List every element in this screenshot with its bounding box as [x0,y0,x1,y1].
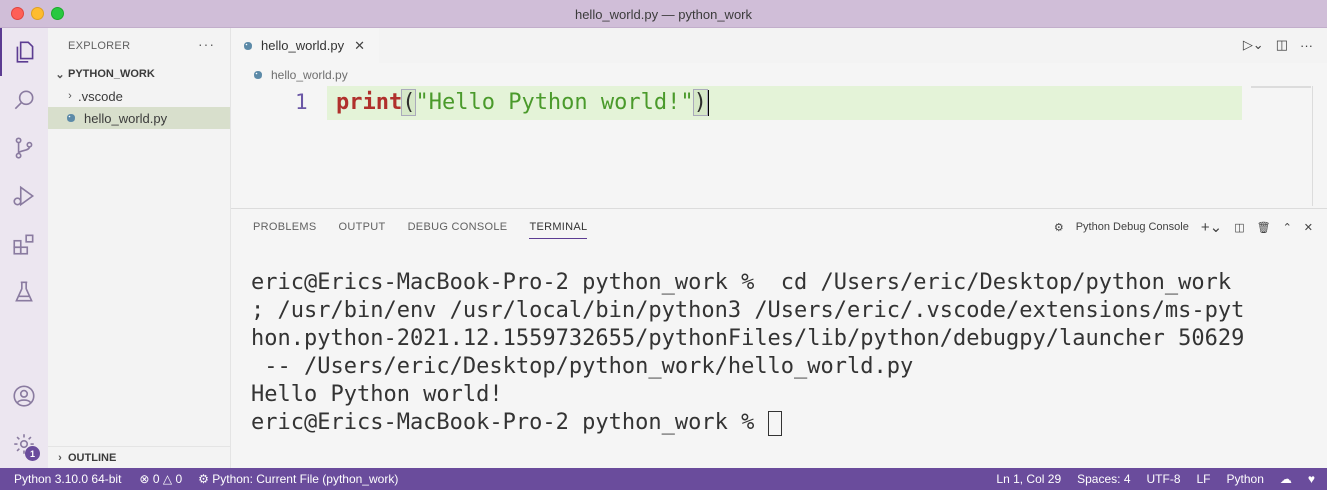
python-file-icon [244,41,252,50]
python-interpreter[interactable]: Python 3.10.0 64-bit [14,472,121,486]
split-editor-icon[interactable]: ◫ [1276,37,1288,53]
run-file-icon[interactable]: ▷⌄ [1243,37,1264,53]
status-bar-right: Ln 1, Col 29 Spaces: 4 UTF-8 LF Python ☁… [996,468,1315,490]
language-mode[interactable]: Python [1227,472,1264,486]
code-open-paren: ( [401,89,417,116]
settings-badge: 1 [25,446,40,461]
feedback-icon[interactable]: ☁ [1280,472,1292,486]
notifications-bell-icon[interactable]: ♥ [1308,472,1315,486]
split-terminal-icon[interactable]: ◫ [1234,221,1244,234]
run-configuration[interactable]: ⚙ Python: Current File (python_work) [198,472,398,486]
error-icon: ⊗ [139,472,150,486]
terminal-line: ; /usr/bin/env /usr/local/bin/python3 /U… [251,298,1245,323]
error-count: 0 [152,472,160,486]
code-close-paren: ) [692,89,708,116]
breadcrumb-label: hello_world.py [271,68,348,82]
editor-tab-bar: hello_world.py ✕ ▷⌄ ◫ ··· [231,28,1327,63]
testing-icon[interactable] [0,268,48,316]
close-tab-icon[interactable]: ✕ [354,38,365,54]
tree-item-label: .vscode [78,88,123,104]
window-title: hello_world.py — python_work [574,7,753,22]
source-control-icon[interactable] [0,124,48,172]
accounts-icon[interactable] [0,372,48,420]
warning-count: 0 [175,472,183,486]
more-actions-icon[interactable]: ··· [1300,38,1313,53]
terminal-line: -- /Users/eric/Desktop/python_work/hello… [251,354,914,379]
panel-actions: ⚙ Python Debug Console +⌄ ◫ 🗑 ⌃ ✕ [1054,218,1313,236]
chevron-down-icon: ⌄ [55,68,65,81]
explorer-header: EXPLORER [68,40,131,52]
line-number: 1 [295,90,308,114]
encoding[interactable]: UTF-8 [1147,472,1181,486]
outline-section[interactable]: › OUTLINE [48,446,230,468]
run-debug-icon[interactable] [0,172,48,220]
terminal-prompt: eric@Erics-MacBook-Pro-2 python_work % [251,410,768,435]
code-keyword: print [336,90,403,115]
python-file-icon [67,114,75,122]
explorer-sidebar: EXPLORER ··· ⌄ PYTHON_WORK › .vscode hel… [48,28,231,468]
activity-bar: 1 [0,28,48,468]
new-terminal-icon[interactable]: +⌄ [1201,218,1222,236]
tab-output[interactable]: OUTPUT [339,221,386,239]
breadcrumb[interactable]: hello_world.py [253,68,348,82]
terminal-line: hon.python-2021.12.1559732655/pythonFile… [251,326,1245,351]
minimap[interactable] [1251,86,1311,88]
close-panel-icon[interactable]: ✕ [1304,221,1313,234]
tab-label: hello_world.py [261,38,345,53]
problems-summary[interactable]: ⊗ 0 △ 0 [139,472,182,486]
editor-area: hello_world.py ✕ ▷⌄ ◫ ··· hello_world.py… [231,28,1327,208]
tab-debug-console[interactable]: DEBUG CONSOLE [408,221,508,239]
search-icon[interactable] [0,76,48,124]
cursor-position[interactable]: Ln 1, Col 29 [996,472,1061,486]
trash-icon[interactable]: 🗑 [1257,221,1271,234]
title-bar: hello_world.py — python_work [0,0,1327,28]
debug-icon: ⚙ [198,472,209,486]
extensions-icon[interactable] [0,220,48,268]
code-line[interactable]: 1 print("Hello Python world!") [231,86,1242,120]
editor-scrollbar[interactable] [1312,86,1313,206]
terminal-line: Hello Python world! [251,382,503,407]
terminal-cursor [767,410,782,436]
code-string: "Hello Python world!" [415,90,694,115]
warning-icon: △ [162,472,173,486]
terminal-selector[interactable]: Python Debug Console [1076,221,1189,233]
python-file-icon [254,71,262,79]
chevron-right-icon: › [58,451,62,464]
explorer-icon[interactable] [0,28,48,76]
terminal-output[interactable]: eric@Erics-MacBook-Pro-2 python_work % c… [251,269,1321,437]
maximize-panel-icon[interactable]: ⌃ [1283,221,1292,234]
more-actions-icon[interactable]: ··· [198,36,215,52]
bottom-panel: PROBLEMS OUTPUT DEBUG CONSOLE TERMINAL ⚙… [231,208,1327,468]
chevron-right-icon: › [68,90,72,102]
tree-item-vscode[interactable]: › .vscode [48,85,230,107]
terminal-prompt-line: eric@Erics-MacBook-Pro-2 python_work % [251,409,1321,437]
tab-hello-world[interactable]: hello_world.py ✕ [231,28,379,63]
settings-gear-icon[interactable]: 1 [0,420,48,468]
outline-label: OUTLINE [68,451,117,464]
code-text[interactable]: print("Hello Python world!") [336,89,709,116]
tab-problems[interactable]: PROBLEMS [253,221,317,239]
panel-tab-bar: PROBLEMS OUTPUT DEBUG CONSOLE TERMINAL [253,221,588,239]
line-ending[interactable]: LF [1197,472,1211,486]
run-config-label: Python: Current File (python_work) [212,472,399,486]
tab-terminal[interactable]: TERMINAL [529,221,588,239]
tree-item-label: hello_world.py [84,110,168,126]
terminal-line: eric@Erics-MacBook-Pro-2 python_work % c… [251,270,1232,295]
indentation[interactable]: Spaces: 4 [1077,472,1130,486]
editor-actions: ▷⌄ ◫ ··· [1243,37,1313,53]
text-cursor [706,90,709,116]
debug-bug-icon: ⚙ [1053,221,1064,234]
folder-python-work[interactable]: ⌄ PYTHON_WORK [48,63,230,85]
tree-item-hello-world[interactable]: hello_world.py [48,107,230,129]
status-bar: Python 3.10.0 64-bit ⊗ 0 △ 0 ⚙ Python: C… [0,468,1327,490]
folder-label: PYTHON_WORK [68,68,155,80]
